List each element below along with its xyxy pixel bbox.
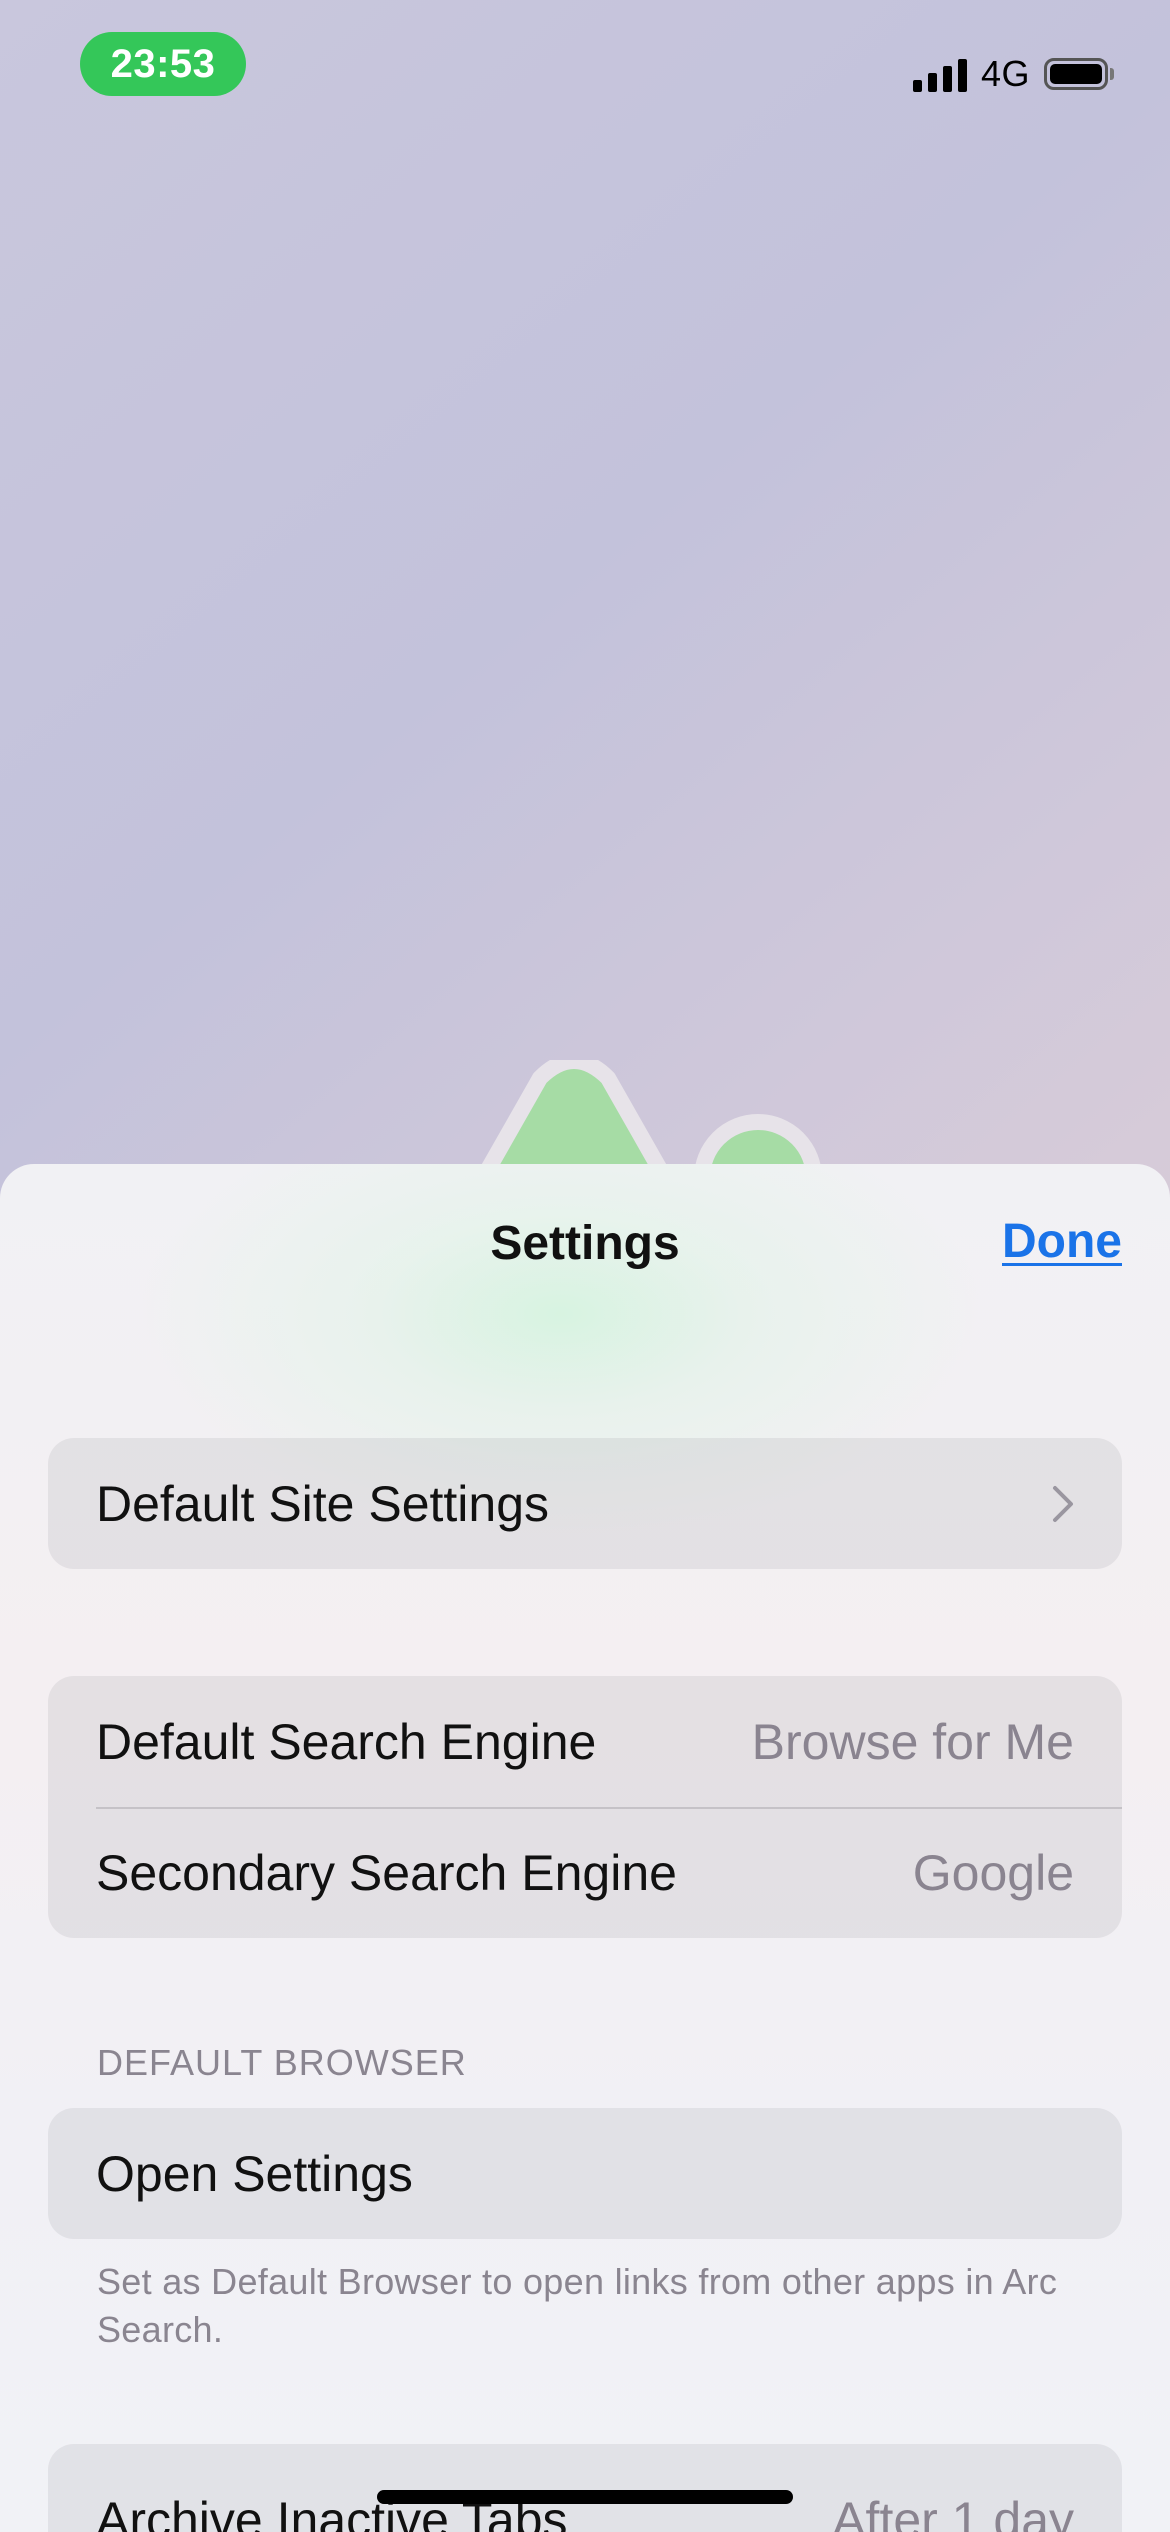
default-browser-footer: Set as Default Browser to open links fro…	[97, 2261, 1058, 2350]
chevron-right-icon	[1053, 1485, 1073, 1522]
open-settings-row[interactable]: Open Settings	[48, 2108, 1122, 2239]
default-site-settings-label: Default Site Settings	[96, 1475, 550, 1532]
status-time: 23:53	[80, 32, 246, 96]
settings-sheet: Settings Done Default Site Settings Defa…	[0, 1164, 1170, 2532]
secondary-search-engine-label: Secondary Search Engine	[96, 1844, 677, 1901]
home-indicator[interactable]	[377, 2490, 793, 2504]
network-type: 4G	[980, 53, 1030, 94]
default-site-settings-row[interactable]: Default Site Settings	[48, 1438, 1122, 1569]
default-browser-group: Open Settings	[48, 2108, 1122, 2239]
done-button[interactable]: Done	[1002, 1214, 1122, 1269]
secondary-search-engine-value: Google	[912, 1844, 1074, 1901]
sheet-title: Settings	[490, 1217, 680, 1270]
default-search-engine-row[interactable]: Default Search Engine Browse for Me	[48, 1676, 1122, 1807]
default-search-engine-value: Browse for Me	[751, 1713, 1074, 1770]
search-engine-group: Default Search Engine Browse for Me Seco…	[48, 1676, 1122, 1938]
status-indicators: 4G	[912, 52, 1114, 96]
open-settings-label: Open Settings	[96, 2145, 413, 2202]
default-browser-header: DEFAULT BROWSER	[97, 2042, 467, 2083]
site-settings-group: Default Site Settings	[48, 1438, 1122, 1569]
archive-inactive-tabs-row[interactable]: Archive Inactive Tabs After 1 day	[48, 2444, 1122, 2532]
signal-bars-icon	[912, 56, 967, 92]
archive-inactive-tabs-value: After 1 day	[832, 2492, 1074, 2532]
default-search-engine-label: Default Search Engine	[96, 1713, 597, 1770]
archive-group: Archive Inactive Tabs After 1 day	[48, 2444, 1122, 2532]
battery-icon	[1044, 58, 1114, 90]
arc-logo-icon	[474, 1060, 822, 1180]
secondary-search-engine-row[interactable]: Secondary Search Engine Google	[48, 1807, 1122, 1938]
